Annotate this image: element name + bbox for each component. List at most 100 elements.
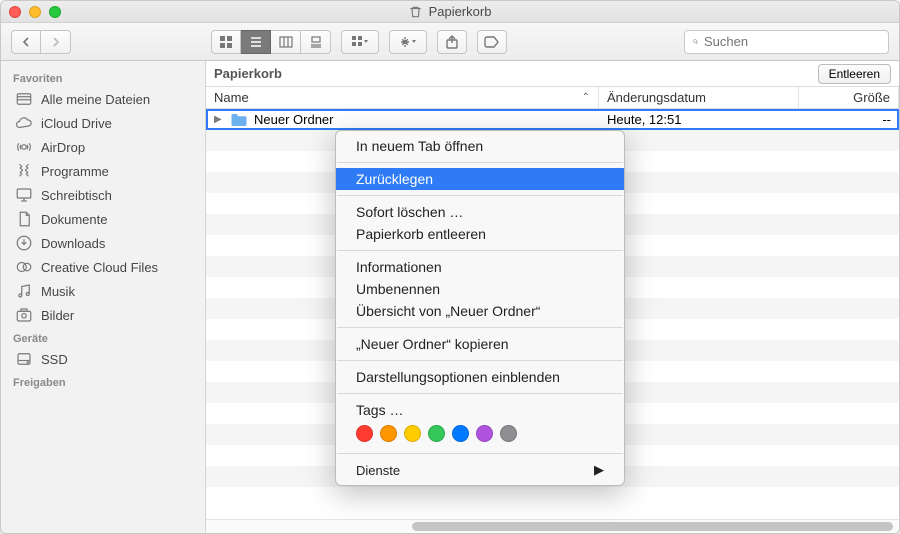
view-switcher [211,30,331,54]
tags-button[interactable] [477,30,507,54]
header-size[interactable]: Größe [799,87,899,108]
search-icon [693,35,698,48]
header-name-label: Name [214,90,249,105]
close-window-button[interactable] [9,6,21,18]
search-field[interactable] [684,30,889,54]
menu-services-label: Dienste [356,463,400,478]
share-button[interactable] [437,30,467,54]
submenu-arrow-icon: ▶ [594,462,604,478]
menu-separator [337,327,623,328]
sidebar-item-downloads[interactable]: Downloads [1,231,205,255]
sidebar-label: SSD [41,352,68,367]
sidebar-item-music[interactable]: Musik [1,279,205,303]
pictures-icon [15,306,33,324]
menu-empty-trash[interactable]: Papierkorb entleeren [336,223,624,245]
file-size: -- [799,112,899,127]
music-icon [15,282,33,300]
action-button[interactable] [389,30,427,54]
file-name: Neuer Ordner [254,112,333,127]
location-label: Papierkorb [214,66,282,81]
menu-delete-immediately[interactable]: Sofort löschen … [336,201,624,223]
menu-put-back[interactable]: Zurücklegen [336,168,624,190]
header-date[interactable]: Änderungsdatum [599,87,799,108]
tag-color-dot[interactable] [380,425,397,442]
sidebar-item-creative-cloud[interactable]: Creative Cloud Files [1,255,205,279]
path-bar: Papierkorb Entleeren [206,61,899,87]
menu-rename[interactable]: Umbenennen [336,278,624,300]
arrange-button[interactable] [341,30,379,54]
coverflow-view-button[interactable] [301,30,331,54]
sidebar-label: Bilder [41,308,74,323]
menu-copy[interactable]: „Neuer Ordner“ kopieren [336,333,624,355]
icon-view-button[interactable] [211,30,241,54]
menu-separator [337,360,623,361]
applications-icon [15,162,33,180]
titlebar: Papierkorb [1,1,899,23]
menu-get-info[interactable]: Informationen [336,256,624,278]
sidebar-label: Alle meine Dateien [41,92,150,107]
traffic-lights [9,6,61,18]
nav-buttons [11,30,71,54]
minimize-window-button[interactable] [29,6,41,18]
tag-color-dot[interactable] [500,425,517,442]
horizontal-scrollbar[interactable] [206,519,899,533]
sidebar-section-shared: Freigaben [1,371,205,391]
sidebar-item-airdrop[interactable]: AirDrop [1,135,205,159]
menu-tag-colors [336,421,624,448]
menu-services[interactable]: Dienste ▶ [336,459,624,481]
file-date: Heute, 12:51 [599,112,799,127]
airdrop-icon [15,138,33,156]
sidebar-item-pictures[interactable]: Bilder [1,303,205,327]
sidebar-label: AirDrop [41,140,85,155]
downloads-icon [15,234,33,252]
context-menu: In neuem Tab öffnen Zurücklegen Sofort l… [335,130,625,486]
sidebar-label: Programme [41,164,109,179]
sidebar-item-icloud-drive[interactable]: iCloud Drive [1,111,205,135]
menu-separator [337,162,623,163]
sidebar-item-all-my-files[interactable]: Alle meine Dateien [1,87,205,111]
disk-icon [15,350,33,368]
menu-separator [337,453,623,454]
tag-color-dot[interactable] [476,425,493,442]
folder-icon [230,113,248,127]
sidebar-section-devices: Geräte [1,327,205,347]
disclosure-triangle-icon[interactable]: ▶ [214,114,224,125]
scrollbar-thumb[interactable] [412,522,893,531]
trash-icon [409,5,423,19]
zoom-window-button[interactable] [49,6,61,18]
header-size-label: Größe [853,90,890,105]
forward-button[interactable] [41,30,71,54]
sidebar-item-desktop[interactable]: Schreibtisch [1,183,205,207]
column-view-button[interactable] [271,30,301,54]
menu-quick-look[interactable]: Übersicht von „Neuer Ordner“ [336,300,624,322]
menu-open-new-tab[interactable]: In neuem Tab öffnen [336,135,624,157]
tag-color-dot[interactable] [356,425,373,442]
all-files-icon [15,90,33,108]
creative-cloud-icon [15,258,33,276]
file-row[interactable]: ▶ Neuer Ordner Heute, 12:51 -- [206,109,899,130]
column-headers: Name ⌃ Änderungsdatum Größe [206,87,899,109]
documents-icon [15,210,33,228]
tag-color-dot[interactable] [404,425,421,442]
sidebar-item-documents[interactable]: Dokumente [1,207,205,231]
sidebar-label: Dokumente [41,212,107,227]
tag-color-dot[interactable] [428,425,445,442]
header-name[interactable]: Name ⌃ [206,87,599,108]
sidebar-item-ssd[interactable]: SSD [1,347,205,371]
menu-separator [337,393,623,394]
tag-color-dot[interactable] [452,425,469,442]
sidebar-label: Creative Cloud Files [41,260,158,275]
desktop-icon [15,186,33,204]
window-title-text: Papierkorb [429,4,492,19]
menu-view-options[interactable]: Darstellungsoptionen einblenden [336,366,624,388]
list-view-button[interactable] [241,30,271,54]
toolbar [1,23,899,61]
empty-trash-button[interactable]: Entleeren [818,64,891,84]
sidebar-section-favorites: Favoriten [1,67,205,87]
back-button[interactable] [11,30,41,54]
sort-ascending-icon: ⌃ [582,92,590,103]
menu-separator [337,250,623,251]
sidebar-item-applications[interactable]: Programme [1,159,205,183]
cloud-icon [15,114,33,132]
search-input[interactable] [704,34,880,49]
